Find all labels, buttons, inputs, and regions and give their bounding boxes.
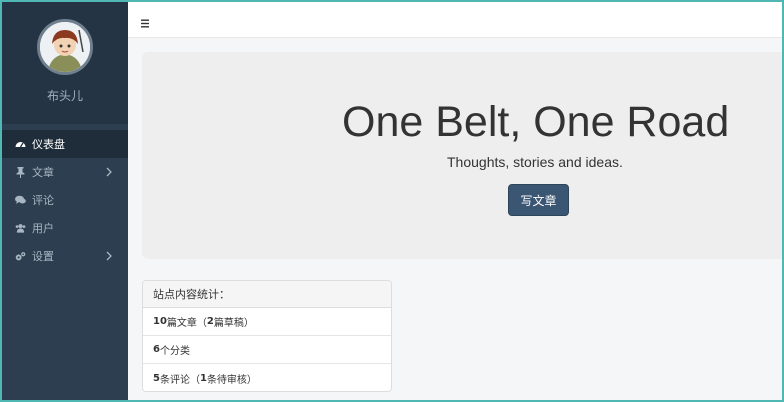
sidebar-item-label: 设置	[32, 250, 54, 263]
stats-count: 2	[206, 316, 214, 327]
write-post-button[interactable]: 写文章	[508, 184, 569, 216]
top-navbar	[128, 2, 782, 38]
stats-count: 1	[199, 372, 207, 384]
sidebar-item-comments[interactable]: 评论	[2, 186, 128, 214]
users-icon	[15, 223, 26, 234]
cogs-icon	[15, 251, 26, 262]
stats-text: 篇文章（	[166, 318, 207, 329]
jumbotron: One Belt, One Road Thoughts, stories and…	[142, 52, 782, 259]
sidebar-item-posts[interactable]: 文章	[2, 158, 128, 186]
page-subtitle: Thoughts, stories and ideas.	[447, 154, 623, 170]
comments-icon	[15, 195, 26, 206]
chevron-right-icon	[106, 251, 112, 261]
sidebar-item-label: 评论	[32, 194, 54, 207]
page-title: One Belt, One Road	[342, 98, 730, 146]
thumbtack-icon	[15, 166, 26, 178]
avatar-image	[40, 22, 90, 72]
stats-text: 篇草稿）	[213, 318, 254, 329]
chevron-right-icon	[106, 167, 112, 177]
stats-row-posts: 10 篇文章（ 2 篇草稿）	[143, 308, 391, 336]
stats-count: 10	[153, 316, 167, 327]
sidebar-item-label: 仪表盘	[32, 138, 65, 151]
avatar[interactable]	[37, 19, 93, 75]
stats-count: 5	[153, 372, 160, 384]
sidebar-item-dashboard[interactable]: 仪表盘	[2, 130, 128, 158]
sidebar-item-users[interactable]: 用户	[2, 214, 128, 242]
sidebar-item-label: 用户	[32, 222, 54, 235]
stats-row-categories: 6 个分类	[143, 336, 391, 364]
stats-text: 条评论（	[159, 374, 200, 386]
stats-count: 6	[153, 344, 160, 355]
profile: 布头儿	[2, 2, 128, 124]
stats-row-comments: 5 条评论（ 1 条待审核）	[143, 364, 391, 391]
sidebar-menu: 仪表盘 文章 评论 用户 设置	[2, 130, 128, 270]
stats-heading: 站点内容统计：	[143, 281, 391, 308]
sidebar-item-label: 文章	[32, 166, 54, 179]
stats-text: 条待审核）	[206, 374, 257, 386]
sidebar-item-settings[interactable]: 设置	[2, 242, 128, 270]
stats-text: 个分类	[159, 346, 190, 357]
profile-name[interactable]: 布头儿	[2, 87, 128, 104]
site-stats-panel: 站点内容统计： 10 篇文章（ 2 篇草稿） 6 个分类 5 条评论（ 1 条待审核）	[142, 280, 392, 392]
app-window: 布头儿 仪表盘 文章 评论 用户 设置 One Belt, One Road T…	[0, 0, 784, 402]
dashboard-icon	[15, 139, 26, 150]
hamburger-icon[interactable]	[140, 14, 152, 28]
sidebar: 布头儿 仪表盘 文章 评论 用户 设置	[2, 2, 128, 400]
